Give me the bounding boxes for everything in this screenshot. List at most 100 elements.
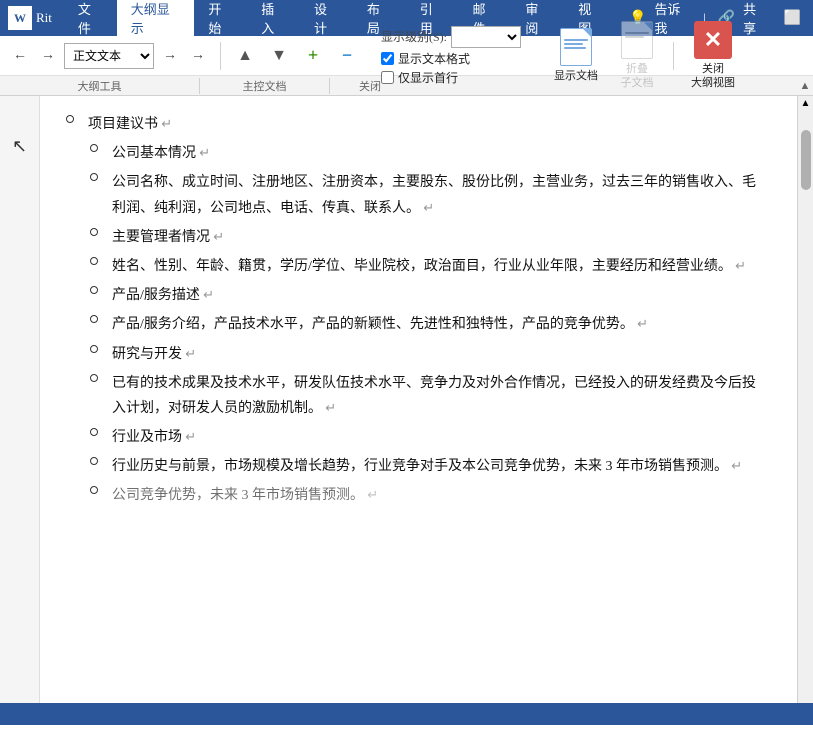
fold-subdoc-button[interactable]: 折叠 子文档 bbox=[609, 16, 665, 94]
main-area: ↖ 项目建议书 ↵ 公司基本情况 ↵ 公司名称、成立时间、注册地区、注册资本，主要股… bbox=[0, 96, 813, 703]
nav-back-button[interactable]: ← bbox=[8, 44, 32, 68]
bullet-icon bbox=[60, 115, 80, 123]
paragraph-mark: ↵ bbox=[182, 346, 196, 361]
item-text: 公司竞争优势，未来 3 年市场销售预测。 ↵ bbox=[112, 483, 767, 508]
outline-item: 研究与开发 ↵ bbox=[60, 342, 767, 367]
show-text-format-label: 显示文本格式 bbox=[398, 50, 470, 67]
bullet-icon bbox=[84, 315, 104, 323]
bullet-icon bbox=[84, 257, 104, 265]
show-doc-icon bbox=[557, 28, 595, 66]
promote-button[interactable]: ▲ bbox=[231, 43, 259, 69]
bullet-circle bbox=[90, 457, 98, 465]
item-text: 行业及市场 ↵ bbox=[112, 425, 767, 450]
paragraph-mark: ↵ bbox=[322, 400, 336, 415]
paragraph-mark: ↵ bbox=[196, 145, 210, 160]
outline-item: 行业及市场 ↵ bbox=[60, 425, 767, 450]
close-outline-button[interactable]: ✕ 关闭 大纲视图 bbox=[682, 16, 744, 94]
bullet-icon bbox=[84, 286, 104, 294]
tab-outline[interactable]: 大纲显示 bbox=[117, 0, 195, 36]
bullet-icon bbox=[84, 228, 104, 236]
item-text: 公司基本情况 ↵ bbox=[112, 141, 767, 166]
title-bar-left: W Rit bbox=[0, 0, 60, 36]
display-options: 显示级别(S): 显示文本格式 仅显示首行 bbox=[381, 26, 521, 86]
item-text: 项目建议书 ↵ bbox=[88, 112, 767, 137]
show-doc-label: 显示文档 bbox=[554, 70, 598, 83]
bullet-circle bbox=[90, 228, 98, 236]
item-text: 产品/服务描述 ↵ bbox=[112, 283, 767, 308]
doc-title: Rit bbox=[36, 10, 52, 26]
outline-item: 姓名、性别、年龄、籍贯，学历/学位、毕业院校，政治面目，行业从业年限，主要经历和… bbox=[60, 254, 767, 279]
outline-tools-group: ▲ ▼ + − bbox=[231, 43, 361, 69]
show-document-button[interactable]: 显示文档 bbox=[545, 23, 607, 88]
paragraph-mark: ↵ bbox=[364, 487, 378, 502]
outline-item: 产品/服务介绍，产品技术水平，产品的新颖性、先进性和独特性，产品的竞争优势。 ↵ bbox=[60, 312, 767, 337]
minimize-icon[interactable]: ⬜ bbox=[784, 10, 801, 27]
master-doc-section-label: 主控文档 bbox=[200, 78, 330, 94]
tab-file[interactable]: 文件 bbox=[64, 0, 117, 36]
bullet-circle bbox=[66, 115, 74, 123]
paragraph-mark: ↵ bbox=[732, 258, 746, 273]
tab-design[interactable]: 设计 bbox=[300, 0, 353, 36]
bullet-icon bbox=[84, 345, 104, 353]
right-scrollbar[interactable]: ▲ bbox=[797, 96, 813, 703]
share-label[interactable]: 共享 bbox=[743, 0, 767, 37]
bullet-circle bbox=[90, 345, 98, 353]
outline-item: 已有的技术成果及技术水平，研发队伍技术水平、竞争力及对外合作情况，已经投入的研发… bbox=[60, 371, 767, 421]
paragraph-mark: ↵ bbox=[158, 116, 172, 131]
minus-button[interactable]: − bbox=[333, 43, 361, 69]
bullet-circle bbox=[90, 173, 98, 181]
paragraph-mark: ↵ bbox=[420, 200, 434, 215]
add-button[interactable]: + bbox=[299, 43, 327, 69]
left-margin: ↖ bbox=[0, 96, 40, 703]
paragraph-mark: ↵ bbox=[210, 229, 224, 244]
level-row: 显示级别(S): bbox=[381, 26, 521, 48]
outline-tools-section-label: 大纲工具 bbox=[0, 78, 200, 94]
bullet-circle bbox=[90, 315, 98, 323]
item-text: 研究与开发 ↵ bbox=[112, 342, 767, 367]
master-doc-btns: 显示文档 折叠 子文档 ✕ 关闭 大纲视图 bbox=[545, 16, 744, 94]
item-text: 姓名、性别、年龄、籍贯，学历/学位、毕业院校，政治面目，行业从业年限，主要经历和… bbox=[112, 254, 767, 279]
ribbon-row1: ← → 正文文本 → → ▲ ▼ + − 显示级别(S): 显示文本格式 仅显示… bbox=[0, 36, 813, 76]
paragraph-mark: ↵ bbox=[200, 287, 214, 302]
ribbon-collapse-icon[interactable]: ▲ bbox=[797, 80, 813, 92]
bullet-circle bbox=[90, 286, 98, 294]
app-icon: W bbox=[8, 6, 32, 30]
nav-right2-button[interactable]: → bbox=[186, 44, 210, 68]
bullet-icon bbox=[84, 173, 104, 181]
scroll-up-button[interactable]: ▲ bbox=[799, 96, 813, 110]
bullet-circle bbox=[90, 257, 98, 265]
bullet-circle bbox=[90, 486, 98, 494]
level-select[interactable] bbox=[451, 26, 521, 48]
nav-right-button[interactable]: → bbox=[158, 44, 182, 68]
bullet-icon bbox=[84, 486, 104, 494]
close-outline-label: 关闭 大纲视图 bbox=[691, 63, 735, 89]
tab-insert[interactable]: 插入 bbox=[247, 0, 300, 36]
separator2 bbox=[673, 42, 674, 70]
outline-item: 公司名称、成立时间、注册地区、注册资本，主要股东、股份比例，主营业务，过去三年的… bbox=[60, 170, 767, 220]
demote-button[interactable]: ▼ bbox=[265, 43, 293, 69]
item-text: 行业历史与前景，市场规模及增长趋势，行业竞争对手及本公司竞争优势，未来 3 年市… bbox=[112, 454, 767, 479]
item-text: 公司名称、成立时间、注册地区、注册资本，主要股东、股份比例，主营业务，过去三年的… bbox=[112, 170, 767, 220]
bullet-circle bbox=[90, 374, 98, 382]
bullet-icon bbox=[84, 457, 104, 465]
item-text: 已有的技术成果及技术水平，研发队伍技术水平、竞争力及对外合作情况，已经投入的研发… bbox=[112, 371, 767, 421]
paragraph-mark: ↵ bbox=[728, 458, 742, 473]
item-text: 产品/服务介绍，产品技术水平，产品的新颖性、先进性和独特性，产品的竞争优势。 ↵ bbox=[112, 312, 767, 337]
fold-subdoc-icon bbox=[618, 21, 656, 59]
status-bar bbox=[0, 703, 813, 725]
close-section-label: 关闭 bbox=[330, 78, 410, 94]
outline-item: 项目建议书 ↵ bbox=[60, 112, 767, 137]
outline-item: 公司竞争优势，未来 3 年市场销售预测。 ↵ bbox=[60, 483, 767, 508]
bullet-circle bbox=[90, 428, 98, 436]
outline-item: 行业历史与前景，市场规模及增长趋势，行业竞争对手及本公司竞争优势，未来 3 年市… bbox=[60, 454, 767, 479]
bullet-icon bbox=[84, 144, 104, 152]
item-text: 主要管理者情况 ↵ bbox=[112, 225, 767, 250]
doc-content[interactable]: 项目建议书 ↵ 公司基本情况 ↵ 公司名称、成立时间、注册地区、注册资本，主要股东、… bbox=[40, 96, 797, 703]
scroll-thumb[interactable] bbox=[801, 130, 811, 190]
style-dropdown[interactable]: 正文文本 bbox=[64, 43, 154, 69]
show-text-format-checkbox[interactable] bbox=[381, 52, 394, 65]
show-level-label: 显示级别(S): bbox=[381, 28, 447, 45]
tab-start[interactable]: 开始 bbox=[194, 0, 247, 36]
show-text-format-row: 显示文本格式 bbox=[381, 50, 521, 67]
nav-forward-button[interactable]: → bbox=[36, 44, 60, 68]
